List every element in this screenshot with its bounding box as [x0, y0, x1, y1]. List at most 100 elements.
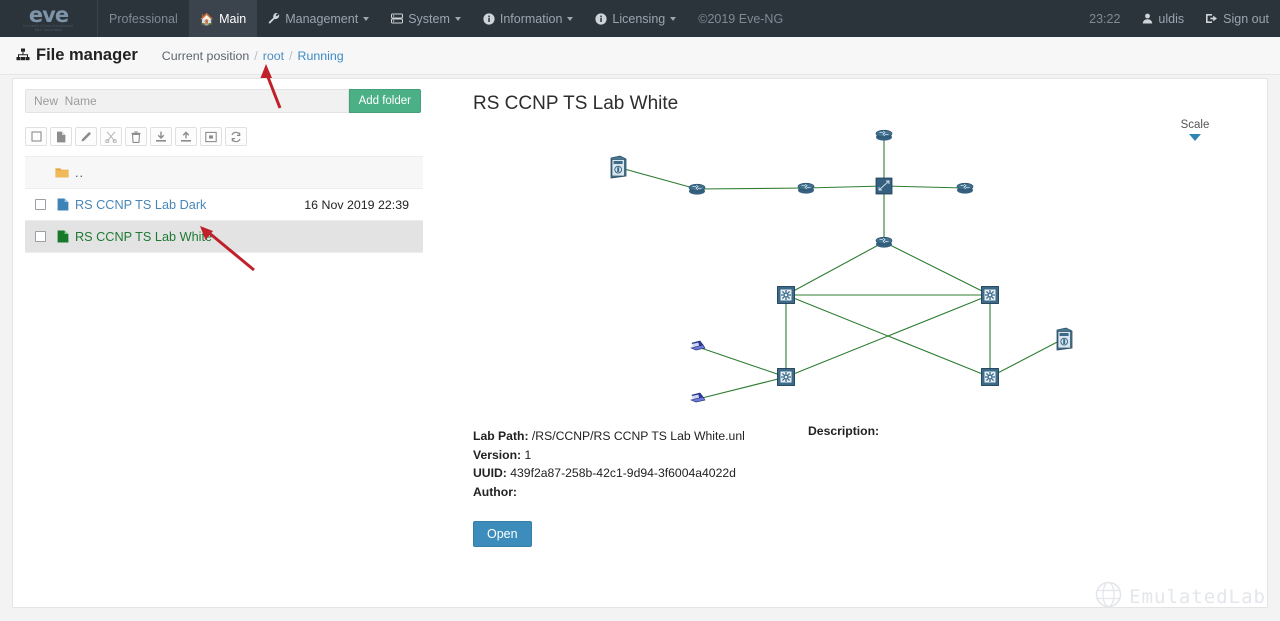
- lab-file-icon: [57, 198, 69, 211]
- nav-item-system-label: System: [408, 11, 450, 26]
- file-manager-column: Add folder: [13, 79, 423, 607]
- wrench-icon: [268, 13, 280, 24]
- topology-link: [883, 241, 991, 296]
- watermark-text: EmulatedLab: [1129, 586, 1266, 608]
- info-icon: [595, 12, 608, 25]
- lab-uuid-row: UUID: 439f2a87-258b-42c1-9d94-3f6004a402…: [473, 464, 745, 483]
- file-date: 16 Nov 2019 22:39: [304, 197, 409, 212]
- navbar-right-group: 23:22 uldis Sign out: [1078, 0, 1280, 37]
- topology-link: [697, 346, 787, 378]
- user-icon: [1142, 13, 1153, 24]
- new-folder-input[interactable]: [25, 89, 349, 113]
- breadcrumb-running[interactable]: Running: [298, 49, 344, 63]
- topology-node-r2[interactable]: [797, 182, 815, 194]
- row-checkbox[interactable]: [35, 231, 46, 242]
- table-row[interactable]: RS CCNP TS Lab White: [25, 221, 423, 253]
- page-title: File manager: [16, 46, 138, 65]
- lab-version-label: Version:: [473, 447, 522, 462]
- topology-node-r-top[interactable]: [875, 129, 893, 141]
- sign-out-icon: [1206, 13, 1218, 24]
- topology-node-msw-r[interactable]: [981, 286, 999, 304]
- topology-node-msw-br[interactable]: [981, 368, 999, 386]
- select-all-checkbox-icon[interactable]: [25, 127, 47, 146]
- home-icon: 🏠: [199, 13, 215, 26]
- nav-item-system[interactable]: System: [380, 0, 472, 37]
- export-box-icon[interactable]: [200, 127, 222, 146]
- lab-preview-column: RS CCNP TS Lab White Scale: [423, 79, 1267, 607]
- copy-icon[interactable]: [50, 127, 72, 146]
- open-lab-button[interactable]: Open: [473, 521, 532, 547]
- info-icon: [483, 12, 495, 25]
- file-name-link[interactable]: RS CCNP TS Lab White: [75, 230, 212, 244]
- content-panel: Add folder: [12, 78, 1268, 608]
- brand-logo[interactable]: eve Emulated Virtual Environment Next Ge…: [0, 0, 98, 37]
- topology-preview: [473, 119, 1233, 419]
- topology-node-pc-2[interactable]: [690, 392, 706, 403]
- breadcrumb-label: Current position: [161, 48, 250, 63]
- scale-control[interactable]: Scale: [1161, 119, 1229, 141]
- row-checkbox[interactable]: [35, 199, 46, 210]
- nav-item-main-label: Main: [219, 11, 247, 26]
- topology-canvas: [610, 129, 1073, 403]
- new-folder-row: Add folder: [25, 89, 421, 113]
- sign-out-button[interactable]: Sign out: [1195, 0, 1280, 37]
- nav-item-main[interactable]: 🏠 Main: [188, 0, 258, 37]
- server-icon: [391, 13, 404, 24]
- trash-icon[interactable]: [125, 127, 147, 146]
- chevron-down-icon[interactable]: [1189, 134, 1201, 141]
- brand-subtitle-2: Next Generation: [34, 28, 63, 32]
- clock-text: 23:22: [1089, 11, 1121, 26]
- topology-link: [616, 166, 698, 190]
- download-icon[interactable]: [150, 127, 172, 146]
- description-label: Description:: [808, 424, 880, 438]
- topology-node-r-mid[interactable]: [875, 236, 893, 248]
- nav-item-information[interactable]: Information: [472, 0, 585, 37]
- file-name-link[interactable]: RS CCNP TS Lab Dark: [75, 198, 206, 212]
- nav-item-management[interactable]: Management: [257, 0, 380, 37]
- folder-icon: [55, 167, 69, 178]
- copyright-label: ©2019 Eve-NG: [687, 0, 794, 37]
- nav-item-licensing[interactable]: Licensing: [584, 0, 687, 37]
- chevron-down-icon: [567, 16, 574, 21]
- lab-author-label: Author:: [473, 484, 517, 499]
- topology-node-msw-l[interactable]: [777, 286, 795, 304]
- topology-link: [696, 187, 807, 190]
- lab-uuid-label: UUID:: [473, 466, 507, 480]
- lab-file-running-icon: [57, 230, 69, 243]
- upload-icon[interactable]: [175, 127, 197, 146]
- topology-node-pc-1[interactable]: [690, 340, 706, 351]
- breadcrumb-root[interactable]: root: [263, 49, 284, 63]
- refresh-icon[interactable]: [225, 127, 247, 146]
- topology-link: [989, 338, 1064, 378]
- copyright-text: ©2019 Eve-NG: [698, 11, 784, 26]
- user-name: uldis: [1158, 11, 1185, 26]
- topology-node-r1[interactable]: [688, 183, 706, 195]
- topology-link: [697, 376, 787, 400]
- user-menu[interactable]: uldis: [1131, 0, 1195, 37]
- breadcrumb-separator: /: [289, 48, 293, 63]
- top-navbar: eve Emulated Virtual Environment Next Ge…: [0, 0, 1280, 37]
- table-row[interactable]: RS CCNP TS Lab Dark 16 Nov 2019 22:39: [25, 189, 423, 221]
- breadcrumb: Current position / root / Running: [162, 49, 344, 63]
- page-title-text: File manager: [36, 46, 138, 64]
- lab-path-value: /RS/CCNP/RS CCNP TS Lab White.unl: [531, 429, 745, 443]
- add-folder-button[interactable]: Add folder: [348, 89, 421, 113]
- scissors-icon[interactable]: [100, 127, 122, 146]
- scale-label: Scale: [1180, 119, 1210, 131]
- nav-item-management-label: Management: [285, 11, 359, 26]
- parent-dir-label: ..: [75, 165, 85, 180]
- lab-title: RS CCNP TS Lab White: [473, 93, 679, 114]
- topology-node-srv-right[interactable]: [1056, 327, 1073, 351]
- lab-version-row: Version: 1: [473, 446, 745, 465]
- sign-out-label: Sign out: [1223, 11, 1269, 26]
- topology-node-r3[interactable]: [956, 182, 974, 194]
- topology-node-srv-left[interactable]: [610, 155, 627, 179]
- topology-node-msw-bl[interactable]: [777, 368, 795, 386]
- globe-icon: [1095, 581, 1122, 613]
- topology-node-sw-core[interactable]: [875, 177, 893, 195]
- nav-item-information-label: Information: [499, 11, 563, 26]
- lab-version-value: 1: [524, 447, 532, 462]
- topology-link: [785, 241, 885, 296]
- pencil-icon[interactable]: [75, 127, 97, 146]
- list-item-parent-dir[interactable]: ..: [25, 157, 423, 189]
